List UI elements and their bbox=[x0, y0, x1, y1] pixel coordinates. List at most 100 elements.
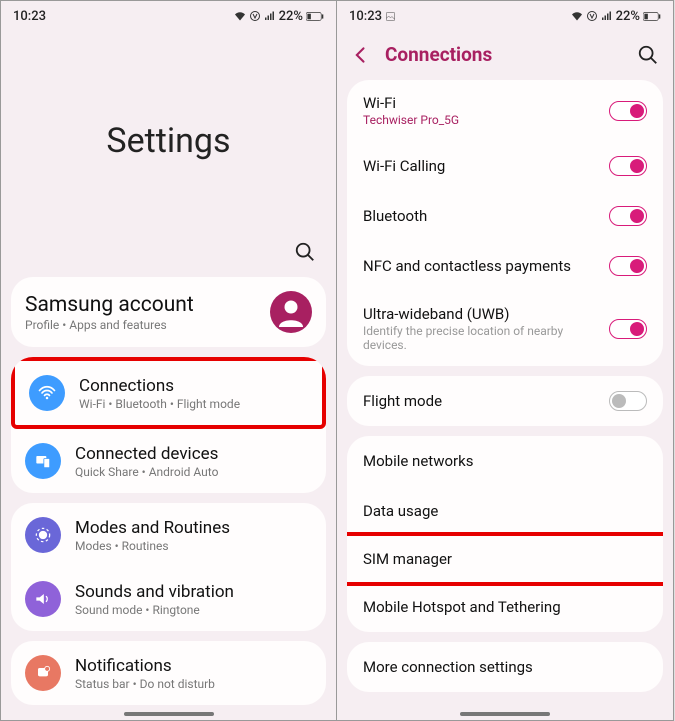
account-card[interactable]: Samsung account Profile • Apps and featu… bbox=[11, 277, 326, 347]
conn-group-1: Wi-Fi Techwiser Pro_5G Wi-Fi Calling Blu… bbox=[347, 80, 663, 366]
wifi-status-icon bbox=[234, 10, 246, 22]
search-icon[interactable] bbox=[637, 44, 659, 66]
modes-routines-row[interactable]: Modes and Routines Modes • Routines bbox=[11, 503, 326, 567]
row-text: More connection settings bbox=[363, 658, 647, 676]
sim-manager-row[interactable]: SIM manager bbox=[347, 532, 663, 586]
wifi-calling-toggle[interactable] bbox=[609, 156, 647, 176]
row-sub: Status bar • Do not disturb bbox=[75, 677, 312, 691]
status-time: 10:23 bbox=[349, 9, 382, 24]
wifi-icon bbox=[29, 375, 65, 411]
volte-icon bbox=[249, 10, 261, 22]
row-sub: Modes • Routines bbox=[75, 539, 312, 553]
conn-group-3: Mobile networks Data usage SIM manager M… bbox=[347, 436, 663, 632]
battery-icon bbox=[643, 11, 661, 22]
row-title: Mobile Hotspot and Tethering bbox=[363, 598, 647, 616]
data-usage-row[interactable]: Data usage bbox=[347, 486, 663, 536]
account-title: Samsung account bbox=[25, 293, 256, 317]
row-title: Mobile networks bbox=[363, 452, 647, 470]
notifications-row[interactable]: Notifications Status bar • Do not distur… bbox=[11, 641, 326, 705]
row-text: Mobile networks bbox=[363, 452, 647, 470]
phone-connections: 10:23 22% Connections Wi-Fi Techwiser Pr… bbox=[337, 0, 674, 721]
wifi-toggle[interactable] bbox=[609, 101, 647, 121]
row-title: Wi-Fi Calling bbox=[363, 157, 609, 175]
row-title: NFC and contactless payments bbox=[363, 257, 609, 275]
notif-icon bbox=[25, 655, 61, 691]
nfc-toggle[interactable] bbox=[609, 256, 647, 276]
connections-header: Connections bbox=[337, 31, 673, 74]
row-sub: Quick Share • Android Auto bbox=[75, 465, 312, 479]
row-title: Notifications bbox=[75, 656, 312, 676]
wifi-status-icon bbox=[571, 10, 583, 22]
mobile-networks-row[interactable]: Mobile networks bbox=[347, 436, 663, 486]
row-text: Connected devices Quick Share • Android … bbox=[75, 444, 312, 479]
row-text: Ultra-wideband (UWB) Identify the precis… bbox=[363, 305, 609, 352]
row-text: Wi-Fi Techwiser Pro_5G bbox=[363, 94, 609, 127]
connected-devices-row[interactable]: Connected devices Quick Share • Android … bbox=[11, 429, 326, 493]
account-text: Samsung account Profile • Apps and featu… bbox=[25, 293, 256, 332]
row-text: Data usage bbox=[363, 502, 647, 520]
row-text: Notifications Status bar • Do not distur… bbox=[75, 656, 312, 691]
sounds-vibration-row[interactable]: Sounds and vibration Sound mode • Ringto… bbox=[11, 567, 326, 631]
back-icon[interactable] bbox=[351, 45, 371, 65]
status-icons-right: 22% bbox=[234, 9, 324, 24]
uwb-toggle[interactable] bbox=[609, 319, 647, 339]
more-connection-settings-row[interactable]: More connection settings bbox=[347, 642, 663, 692]
row-text: Sounds and vibration Sound mode • Ringto… bbox=[75, 582, 312, 617]
battery-percent: 22% bbox=[279, 9, 303, 24]
sound-icon bbox=[25, 581, 61, 617]
signal-icon bbox=[264, 10, 276, 22]
row-text: Mobile Hotspot and Tethering bbox=[363, 598, 647, 616]
notifications-group: Notifications Status bar • Do not distur… bbox=[11, 641, 326, 705]
search-icon[interactable] bbox=[294, 241, 316, 263]
row-title: Ultra-wideband (UWB) bbox=[363, 305, 609, 323]
row-text: Bluetooth bbox=[363, 207, 609, 225]
row-text: Flight mode bbox=[363, 392, 609, 410]
row-sub: Identify the precise location of nearby … bbox=[363, 324, 609, 352]
nfc-row[interactable]: NFC and contactless payments bbox=[347, 241, 663, 291]
nav-pill[interactable] bbox=[460, 712, 550, 716]
avatar-icon bbox=[270, 291, 312, 333]
status-bar: 10:23 22% bbox=[1, 1, 336, 31]
account-sub: Profile • Apps and features bbox=[25, 318, 256, 332]
row-title: Data usage bbox=[363, 502, 647, 520]
conn-group-4: More connection settings bbox=[347, 642, 663, 692]
connections-row[interactable]: Connections Wi-Fi • Bluetooth • Flight m… bbox=[11, 357, 326, 429]
devices-icon bbox=[25, 443, 61, 479]
row-title: More connection settings bbox=[363, 658, 647, 676]
settings-hero: Settings bbox=[1, 31, 336, 241]
row-title: Flight mode bbox=[363, 392, 609, 410]
row-text: NFC and contactless payments bbox=[363, 257, 609, 275]
row-text: Modes and Routines Modes • Routines bbox=[75, 518, 312, 553]
mobile-hotspot-row[interactable]: Mobile Hotspot and Tethering bbox=[347, 582, 663, 632]
uwb-row[interactable]: Ultra-wideband (UWB) Identify the precis… bbox=[347, 291, 663, 366]
row-title: Wi-Fi bbox=[363, 94, 609, 112]
modes-icon bbox=[25, 517, 61, 553]
page-title: Settings bbox=[1, 121, 336, 161]
status-time: 10:23 bbox=[13, 9, 46, 24]
row-sub: Wi-Fi • Bluetooth • Flight mode bbox=[79, 397, 308, 411]
row-title: Connected devices bbox=[75, 444, 312, 464]
status-left: 10:23 bbox=[349, 9, 396, 24]
nav-pill[interactable] bbox=[124, 712, 214, 716]
connections-group: Connections Wi-Fi • Bluetooth • Flight m… bbox=[11, 357, 326, 493]
modes-group: Modes and Routines Modes • Routines Soun… bbox=[11, 503, 326, 631]
wifi-row[interactable]: Wi-Fi Techwiser Pro_5G bbox=[347, 80, 663, 141]
signal-icon bbox=[601, 10, 613, 22]
flight-mode-row[interactable]: Flight mode bbox=[347, 376, 663, 426]
row-sub: Techwiser Pro_5G bbox=[363, 113, 609, 127]
row-text: Connections Wi-Fi • Bluetooth • Flight m… bbox=[79, 376, 308, 411]
bluetooth-row[interactable]: Bluetooth bbox=[347, 191, 663, 241]
header-title: Connections bbox=[385, 43, 623, 66]
row-title: Connections bbox=[79, 376, 308, 396]
status-icons-right: 22% bbox=[571, 9, 661, 24]
volte-icon bbox=[586, 10, 598, 22]
flight-mode-toggle[interactable] bbox=[609, 391, 647, 411]
status-bar: 10:23 22% bbox=[337, 1, 673, 31]
battery-percent: 22% bbox=[616, 9, 640, 24]
row-text: SIM manager bbox=[363, 550, 647, 568]
samsung-account-row[interactable]: Samsung account Profile • Apps and featu… bbox=[11, 277, 326, 347]
wifi-calling-row[interactable]: Wi-Fi Calling bbox=[347, 141, 663, 191]
bluetooth-toggle[interactable] bbox=[609, 206, 647, 226]
phone-settings: 10:23 22% Settings Samsung account Profi… bbox=[0, 0, 337, 721]
row-sub: Sound mode • Ringtone bbox=[75, 603, 312, 617]
